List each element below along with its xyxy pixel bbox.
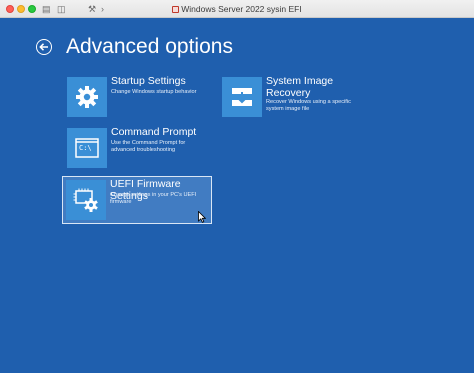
window-title: Windows Server 2022 sysin EFI <box>0 3 474 15</box>
mouse-pointer-icon <box>198 211 206 223</box>
option-label-line2: Recovery <box>266 87 311 99</box>
gear-icon <box>76 86 98 108</box>
system-image-icon <box>232 88 252 106</box>
option-label: Startup Settings <box>111 75 186 87</box>
command-prompt-tile-icon: C:\ <box>67 128 107 168</box>
firmware-chip-gear-icon <box>73 188 98 212</box>
page-title: Advanced options <box>66 35 233 58</box>
option-command-prompt[interactable]: C:\ Command Prompt Use the Command Promp… <box>67 126 217 168</box>
option-description-line2: firmware <box>110 199 132 205</box>
back-arrow-icon <box>39 43 48 51</box>
option-system-image-recovery[interactable]: System Image Recovery Recover Windows us… <box>222 75 372 117</box>
window-titlebar: ▤ ◫ ⚒ › Windows Server 2022 sysin EFI <box>0 0 474 18</box>
startup-settings-tile-icon <box>67 77 107 117</box>
back-button[interactable] <box>36 39 52 55</box>
option-description: Change Windows startup behavior <box>111 89 197 95</box>
option-label: Command Prompt <box>111 126 197 138</box>
option-startup-settings[interactable]: Startup Settings Change Windows startup … <box>67 75 217 117</box>
uefi-tile-icon <box>66 180 106 220</box>
vm-icon <box>172 6 180 13</box>
option-description-line2: advanced troubleshooting <box>111 147 176 153</box>
system-image-tile-icon <box>222 77 262 117</box>
option-label-line1: System Image <box>266 75 334 87</box>
option-uefi-firmware-settings[interactable]: UEFI Firmware Settings Change settings i… <box>62 176 212 224</box>
command-prompt-icon-text: C:\ <box>79 144 92 152</box>
option-description-line2: system image file <box>266 106 310 112</box>
